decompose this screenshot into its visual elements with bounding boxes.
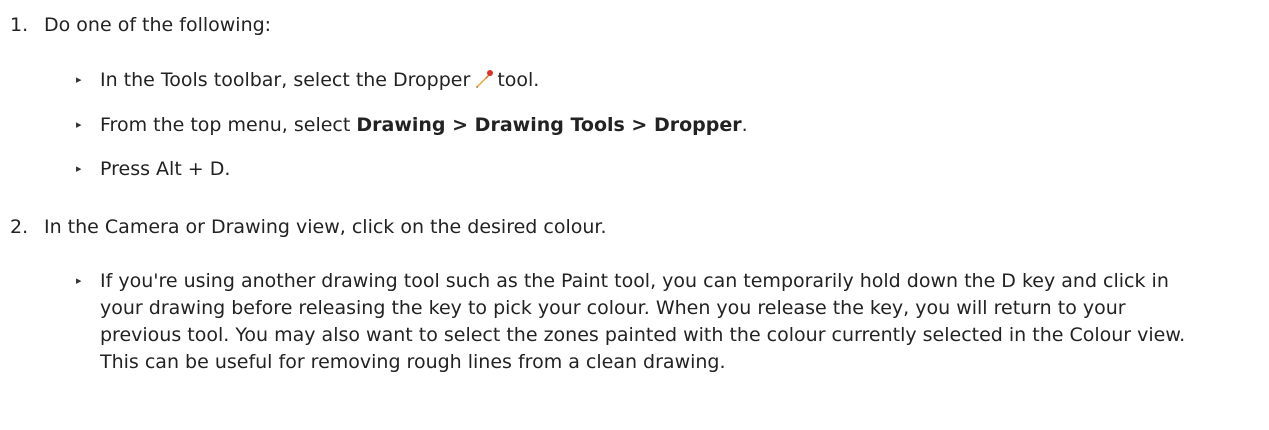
bullet-item: ▸ If you're using another drawing tool s… [76, 268, 1200, 376]
step-number: 2. [10, 216, 29, 238]
dropper-icon [476, 70, 494, 88]
bullet-item: ▸ In the Tools toolbar, select the Dropp… [76, 67, 539, 93]
bullet-marker: ▸ [76, 73, 82, 86]
bullet-text-after: . [741, 114, 748, 136]
menu-path: Drawing > Drawing Tools > Dropper [356, 114, 742, 136]
bullet-text: In the Tools toolbar, select the Dropper [100, 69, 471, 91]
bullet-marker: ▸ [76, 162, 82, 175]
step-text: Do one of the following: [44, 14, 272, 36]
step-2: 2. In the Camera or Drawing view, click … [0, 216, 607, 238]
bullet-text: Press Alt + D. [100, 158, 231, 180]
bullet-item: ▸ From the top menu, select Drawing > Dr… [76, 112, 748, 138]
bullet-text: If you're using another drawing tool suc… [100, 270, 1186, 373]
bullet-text: From the top menu, select [100, 114, 357, 136]
bullet-text-after: tool. [497, 69, 540, 91]
bullet-marker: ▸ [76, 274, 82, 287]
step-text: In the Camera or Drawing view, click on … [44, 216, 607, 238]
bullet-marker: ▸ [76, 118, 82, 131]
step-number: 1. [10, 14, 29, 36]
bullet-item: ▸ Press Alt + D. [76, 156, 230, 182]
step-1: 1. Do one of the following: [0, 14, 271, 36]
